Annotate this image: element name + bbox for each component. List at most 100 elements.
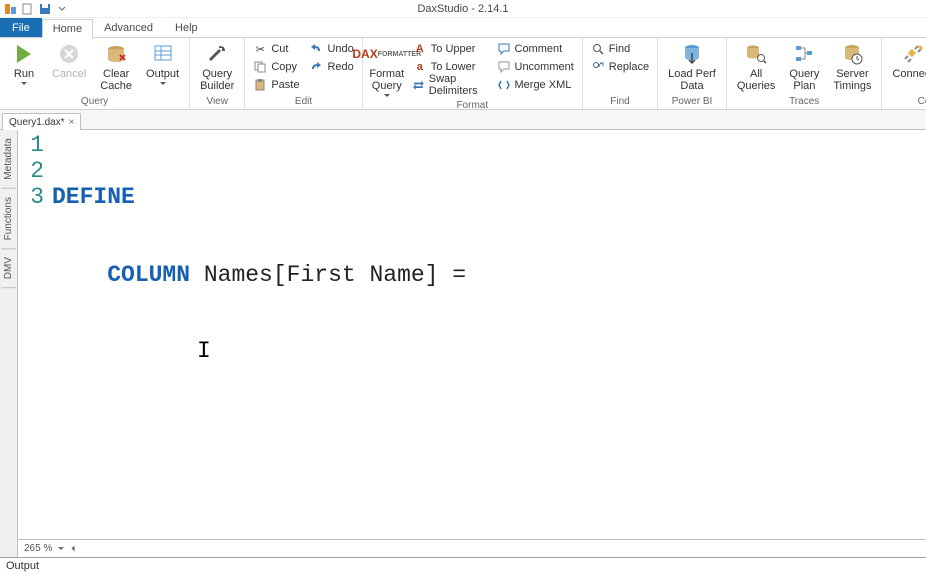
server-timings-icon: [840, 42, 864, 66]
redo-icon: [309, 60, 323, 74]
save-icon[interactable]: [38, 2, 52, 16]
cancel-label: Cancel: [52, 68, 86, 80]
comment-label: Comment: [515, 43, 563, 55]
copy-label: Copy: [271, 61, 297, 73]
find-button[interactable]: Find: [587, 40, 653, 58]
doc-tab[interactable]: Query1.dax* ×: [2, 113, 81, 130]
close-icon[interactable]: ×: [69, 117, 75, 128]
group-connection: Connect Refresh Metadata Connection: [882, 38, 926, 109]
run-button[interactable]: Run: [4, 40, 44, 87]
load-perf-button[interactable]: Load Perf Data: [662, 40, 722, 94]
all-queries-icon: [744, 42, 768, 66]
comment-icon: [497, 42, 511, 56]
chevron-down-icon: [21, 82, 27, 85]
swap-delim-button[interactable]: Swap Delimiters: [409, 76, 491, 94]
tab-advanced[interactable]: Advanced: [93, 18, 164, 37]
clear-cache-button[interactable]: Clear Cache: [94, 40, 138, 94]
all-queries-button[interactable]: All Queries: [731, 40, 782, 94]
clear-cache-label: Clear Cache: [100, 68, 132, 92]
copy-button[interactable]: Copy: [249, 58, 303, 76]
format-query-label: Format Query: [369, 68, 404, 92]
query-builder-button[interactable]: Query Builder: [194, 40, 240, 94]
uncomment-icon: [497, 60, 511, 74]
server-timings-button[interactable]: Server Timings: [827, 40, 877, 94]
load-perf-label: Load Perf Data: [668, 68, 716, 92]
paste-icon: [253, 78, 267, 92]
undo-label: Undo: [327, 43, 353, 55]
group-powerbi: Load Perf Data Power BI: [658, 38, 727, 109]
format-query-button[interactable]: DAXFORMATTER Format Query: [367, 40, 407, 99]
search-icon: [591, 42, 605, 56]
play-icon: [12, 42, 36, 66]
query-plan-button[interactable]: Query Plan: [783, 40, 825, 94]
text-cursor: I: [197, 338, 211, 364]
chevron-down-icon: [384, 94, 390, 97]
clear-cache-icon: [104, 42, 128, 66]
cancel-icon: [57, 42, 81, 66]
zoom-level[interactable]: 265 %: [24, 543, 52, 554]
qat-dropdown-icon[interactable]: [55, 2, 69, 16]
group-traces: All Queries Query Plan Server Timings Tr…: [727, 38, 883, 109]
ribbon: Run Cancel Clear Cache Output: [0, 38, 926, 110]
swap-icon: [413, 78, 425, 92]
output-label: Output: [6, 560, 39, 572]
code-kw: COLUMN: [107, 262, 190, 288]
sidetab-dmv[interactable]: DMV: [1, 249, 16, 288]
code-content[interactable]: DEFINE COLUMN Names[First Name] = I: [48, 130, 470, 539]
output-panel[interactable]: Output: [0, 557, 926, 577]
group-traces-label: Traces: [731, 95, 878, 109]
group-find: Find Replace Find: [583, 38, 658, 109]
to-upper-label: To Upper: [431, 43, 476, 55]
scissors-icon: ✂: [253, 42, 267, 56]
dax-icon: DAXFORMATTER: [375, 42, 399, 66]
document-tabs: Query1.dax* ×: [0, 110, 926, 130]
all-queries-label: All Queries: [737, 68, 776, 92]
app-icon: [4, 2, 18, 16]
sidetab-functions[interactable]: Functions: [1, 189, 16, 249]
to-lower-label: To Lower: [431, 61, 476, 73]
doc-tab-label: Query1.dax*: [9, 117, 65, 128]
replace-button[interactable]: Replace: [587, 58, 653, 76]
chevron-down-icon: [160, 82, 166, 85]
output-icon: [151, 42, 175, 66]
connect-button[interactable]: Connect: [886, 40, 926, 82]
code-text: Names[First Name] =: [190, 262, 466, 288]
paste-label: Paste: [271, 79, 299, 91]
side-tabs: Metadata Functions DMV: [0, 130, 18, 557]
sidetab-metadata[interactable]: Metadata: [1, 130, 16, 189]
query-builder-label: Query Builder: [200, 68, 234, 92]
output-button[interactable]: Output: [140, 40, 185, 87]
new-doc-icon[interactable]: [21, 2, 35, 16]
editor-status-bar: 265 %: [18, 539, 926, 557]
code-editor[interactable]: 1 2 3 DEFINE COLUMN Names[First Name] = …: [18, 130, 926, 539]
undo-icon: [309, 42, 323, 56]
app-title: DaxStudio - 2.14.1: [417, 3, 508, 15]
menu-bar: File Home Advanced Help: [0, 18, 926, 38]
wrench-icon: [205, 42, 229, 66]
replace-icon: [591, 60, 605, 74]
copy-icon: [253, 60, 267, 74]
group-find-label: Find: [587, 95, 653, 109]
tab-home[interactable]: Home: [42, 19, 93, 38]
group-connection-label: Connection: [886, 95, 926, 109]
query-plan-label: Query Plan: [789, 68, 819, 92]
to-upper-button[interactable]: A To Upper: [409, 40, 491, 58]
upper-icon: A: [413, 42, 427, 56]
group-view-label: View: [194, 95, 240, 109]
undo-button[interactable]: Undo: [305, 40, 357, 58]
tab-help[interactable]: Help: [164, 18, 209, 37]
comment-button[interactable]: Comment: [493, 40, 578, 58]
title-bar: DaxStudio - 2.14.1: [0, 0, 926, 18]
uncomment-button[interactable]: Uncomment: [493, 58, 578, 76]
redo-button[interactable]: Redo: [305, 58, 357, 76]
paste-button[interactable]: Paste: [249, 76, 303, 94]
merge-xml-button[interactable]: Merge XML: [493, 76, 578, 94]
find-label: Find: [609, 43, 630, 55]
line-number: 1: [24, 132, 44, 158]
output-label: Output: [146, 68, 179, 80]
cut-button[interactable]: ✂ Cut: [249, 40, 303, 58]
chevron-down-icon[interactable]: [58, 547, 64, 550]
chevron-left-icon[interactable]: [72, 546, 75, 552]
file-menu[interactable]: File: [0, 18, 42, 37]
connect-icon: [901, 42, 925, 66]
